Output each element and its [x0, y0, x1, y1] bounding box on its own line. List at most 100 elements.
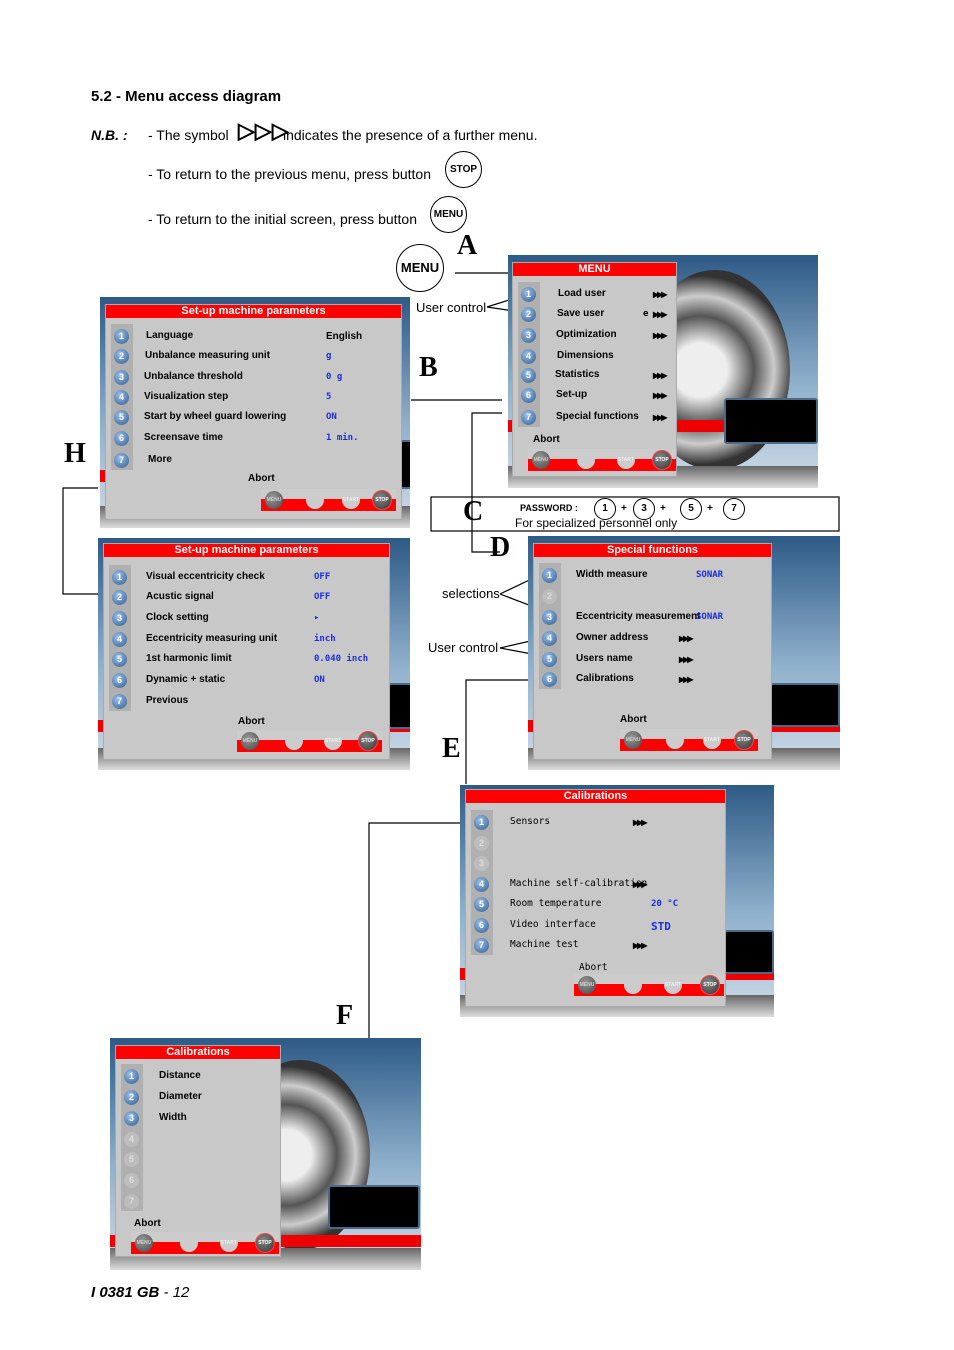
option-number-6[interactable]: 6: [474, 918, 489, 933]
doc-code: I 0381 GB: [91, 1284, 160, 1301]
menu-item[interactable]: Clock setting: [146, 612, 209, 623]
menu-item[interactable]: Previous: [146, 695, 188, 706]
enter-key[interactable]: [284, 732, 303, 750]
option-number-7[interactable]: 7: [474, 938, 489, 953]
option-number-5[interactable]: 5: [521, 368, 536, 383]
menu-item[interactable]: Eccentricity measuring unit: [146, 633, 277, 644]
option-number-4[interactable]: 4: [542, 631, 557, 646]
option-number-1[interactable]: 1: [114, 329, 129, 344]
start-key[interactable]: START: [702, 731, 721, 749]
menu-item[interactable]: Visual eccentricity check: [146, 571, 265, 582]
menu-key[interactable]: MENU: [532, 451, 550, 469]
stop-key[interactable]: STOP: [358, 731, 378, 751]
menu-item[interactable]: Language: [146, 330, 193, 341]
menu-item[interactable]: Sensors: [510, 816, 550, 827]
menu-item[interactable]: Visualization step: [144, 391, 228, 402]
enter-key[interactable]: [179, 1234, 198, 1252]
stop-key[interactable]: STOP: [652, 450, 672, 470]
option-number-2[interactable]: 2: [112, 590, 127, 605]
option-number-1[interactable]: 1: [474, 815, 489, 830]
option-number-1[interactable]: 1: [542, 568, 557, 583]
stop-key[interactable]: STOP: [700, 975, 720, 995]
menu-item[interactable]: Eccentricity measurement: [576, 611, 701, 622]
menu-item[interactable]: Unbalance threshold: [144, 371, 243, 382]
abort-label[interactable]: Abort: [238, 716, 265, 727]
menu-item[interactable]: More: [148, 454, 172, 465]
option-number-5[interactable]: 5: [112, 652, 127, 667]
menu-item[interactable]: Start by wheel guard lowering: [144, 411, 286, 422]
option-number-3[interactable]: 3: [112, 611, 127, 626]
abort-label[interactable]: Abort: [579, 962, 608, 973]
abort-label[interactable]: Abort: [248, 473, 275, 484]
option-number-1[interactable]: 1: [124, 1069, 139, 1084]
menu-item[interactable]: Save user: [557, 308, 604, 319]
option-number-5[interactable]: 5: [114, 410, 129, 425]
menu-item[interactable]: Machine test: [510, 939, 579, 950]
further-menu-arrow-icon: ▶▶▶: [653, 413, 668, 422]
menu-key[interactable]: MENU: [578, 976, 596, 994]
menu-key[interactable]: MENU: [624, 731, 642, 749]
menu-item[interactable]: Optimization: [556, 329, 617, 340]
option-number-7[interactable]: 7: [521, 410, 536, 425]
option-number-7[interactable]: 7: [114, 453, 129, 468]
option-number-7[interactable]: 7: [112, 694, 127, 709]
option-number-4[interactable]: 4: [474, 877, 489, 892]
menu-item[interactable]: Acustic signal: [146, 591, 214, 602]
option-number-6[interactable]: 6: [112, 673, 127, 688]
option-number-4[interactable]: 4: [112, 632, 127, 647]
menu-key[interactable]: MENU: [265, 491, 283, 509]
menu-item[interactable]: Screensave time: [144, 432, 223, 443]
option-number-6[interactable]: 6: [114, 431, 129, 446]
menu-item[interactable]: Width: [159, 1112, 187, 1123]
menu-item[interactable]: Dynamic + static: [146, 674, 225, 685]
menu-key[interactable]: MENU: [241, 732, 259, 750]
menu-item[interactable]: Statistics: [555, 369, 599, 380]
menu-item[interactable]: 1st harmonic limit: [146, 653, 232, 664]
menu-item[interactable]: Special functions: [556, 411, 639, 422]
start-key[interactable]: START: [664, 976, 682, 994]
option-number-2[interactable]: 2: [521, 307, 536, 322]
menu-item[interactable]: Machine self-calibration: [510, 878, 647, 889]
start-key[interactable]: START: [324, 732, 342, 750]
option-number-1[interactable]: 1: [112, 570, 127, 585]
stop-key[interactable]: STOP: [734, 730, 754, 750]
menu-item[interactable]: Width measure: [576, 569, 648, 580]
option-number-6[interactable]: 6: [521, 388, 536, 403]
start-key[interactable]: START: [219, 1234, 238, 1252]
option-number-3[interactable]: 3: [521, 328, 536, 343]
menu-item[interactable]: Owner address: [576, 632, 648, 643]
option-number-4[interactable]: 4: [114, 390, 129, 405]
stop-key[interactable]: STOP: [372, 490, 392, 510]
option-number-1[interactable]: 1: [521, 287, 536, 302]
option-number-3[interactable]: 3: [542, 610, 557, 625]
enter-key[interactable]: [623, 976, 642, 994]
enter-key[interactable]: [665, 731, 684, 749]
abort-label[interactable]: Abort: [134, 1218, 161, 1229]
option-number-3[interactable]: 3: [124, 1111, 139, 1126]
option-number-5[interactable]: 5: [474, 897, 489, 912]
menu-item[interactable]: Set-up: [556, 389, 587, 400]
menu-item[interactable]: Diameter: [159, 1091, 202, 1102]
option-number-4[interactable]: 4: [521, 349, 536, 364]
menu-item[interactable]: Distance: [159, 1070, 201, 1081]
option-number-6[interactable]: 6: [542, 672, 557, 687]
start-key[interactable]: START: [616, 451, 635, 469]
option-number-2[interactable]: 2: [114, 349, 129, 364]
abort-label[interactable]: Abort: [533, 434, 560, 445]
menu-item[interactable]: Video interface: [510, 919, 596, 930]
enter-key[interactable]: [305, 491, 324, 509]
menu-item[interactable]: Room temperature: [510, 898, 602, 909]
menu-item[interactable]: Calibrations: [576, 673, 634, 684]
menu-item[interactable]: Unbalance measuring unit: [145, 350, 270, 361]
menu-item[interactable]: Users name: [576, 653, 633, 664]
abort-label[interactable]: Abort: [620, 714, 647, 725]
menu-item[interactable]: Load user: [558, 288, 606, 299]
enter-key[interactable]: [576, 451, 595, 469]
option-number-2[interactable]: 2: [124, 1090, 139, 1105]
stop-key[interactable]: STOP: [255, 1233, 275, 1253]
start-key[interactable]: START: [342, 491, 360, 509]
menu-item[interactable]: Dimensions: [557, 350, 614, 361]
menu-key[interactable]: MENU: [135, 1234, 153, 1252]
option-number-3[interactable]: 3: [114, 370, 129, 385]
option-number-5[interactable]: 5: [542, 652, 557, 667]
